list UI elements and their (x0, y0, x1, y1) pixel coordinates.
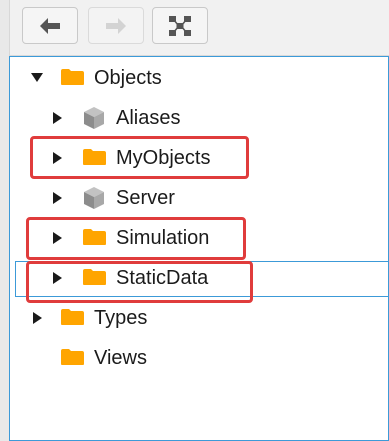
folder-icon (61, 309, 84, 325)
network-nodes-icon (169, 15, 191, 36)
arrow-right-icon (106, 17, 126, 34)
tree-item-server[interactable]: Server (116, 186, 175, 210)
network-view-button[interactable] (152, 7, 208, 44)
cube-icon (84, 187, 104, 209)
tree-item-views[interactable]: Views (94, 346, 147, 370)
expand-caret-icon[interactable] (53, 192, 62, 204)
forward-button[interactable] (88, 7, 144, 44)
highlight-box (30, 136, 249, 179)
highlight-box (26, 217, 246, 260)
arrow-left-icon (40, 17, 60, 34)
collapse-caret-icon[interactable] (31, 73, 43, 82)
cube-icon (84, 107, 104, 129)
expand-caret-icon[interactable] (53, 112, 62, 124)
back-button[interactable] (22, 7, 78, 44)
folder-icon (61, 69, 84, 85)
expand-caret-icon[interactable] (33, 312, 42, 324)
app-window: Objects Aliases MyObjects Server Simulat… (0, 0, 389, 441)
tree-item-types[interactable]: Types (94, 306, 147, 330)
tree-item-objects[interactable]: Objects (94, 66, 162, 90)
highlight-box (26, 261, 253, 303)
folder-icon (61, 349, 84, 365)
toolbar (10, 0, 389, 56)
tree-item-aliases[interactable]: Aliases (116, 106, 180, 130)
